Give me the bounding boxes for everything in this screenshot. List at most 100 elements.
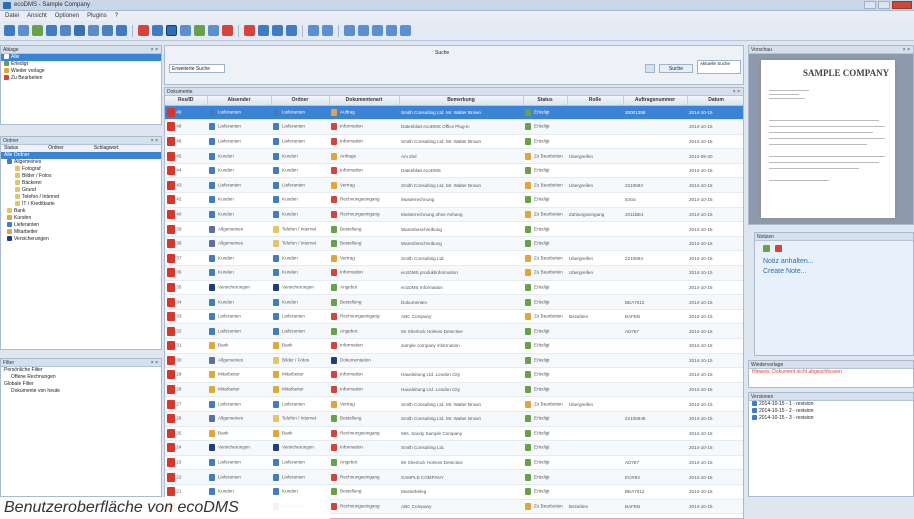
- layout4-icon[interactable]: [386, 25, 397, 36]
- tree-item[interactable]: Mitarbeiter: [1, 229, 161, 236]
- minimize-button[interactable]: [864, 1, 876, 9]
- column-header[interactable]: Absender: [207, 96, 272, 106]
- table-row[interactable]: 24 Versicherungen Versicherungen Informatio…: [165, 440, 743, 456]
- ablage-item-alle[interactable]: Alle: [1, 54, 161, 61]
- grid-icon[interactable]: [286, 25, 297, 36]
- ablage-item-wiedervorlage[interactable]: Wieder vorlage: [1, 68, 161, 75]
- column-header[interactable]: Res/ID: [165, 96, 208, 106]
- column-header[interactable]: Schlagwort: [94, 145, 119, 152]
- menu-plugins[interactable]: Plugins: [87, 13, 107, 19]
- tree-item[interactable]: Alle Ordner: [1, 152, 161, 159]
- table-row[interactable]: 27 Lieferanten Lieferanten Vertrag Smith Con…: [165, 396, 743, 412]
- table-row[interactable]: 37 Kunden Kunden Vertrag Smith Consulting Lt…: [165, 250, 743, 267]
- close-panel-icon[interactable]: × ×: [903, 46, 910, 54]
- column-header[interactable]: Ordner: [271, 96, 330, 106]
- table-row[interactable]: 25 Bank Bank Rechnungseingang Mrs. Sandy Sam…: [165, 426, 743, 442]
- tree-item[interactable]: Grund: [1, 187, 161, 194]
- version-item[interactable]: 2014-10-15 - 2 - revision: [749, 408, 913, 415]
- import-icon[interactable]: [32, 25, 43, 36]
- clear-search-button[interactable]: [645, 64, 655, 73]
- rotate-icon[interactable]: [272, 25, 283, 36]
- filter-icon[interactable]: [208, 25, 219, 36]
- layout3-icon[interactable]: [372, 25, 383, 36]
- column-header[interactable]: Bemerkung: [399, 96, 524, 106]
- column-header[interactable]: Auftragsnummer: [623, 96, 688, 106]
- filter-group[interactable]: Persönliche Filter: [1, 367, 161, 374]
- table-row[interactable]: 36 Kunden Kunden Information ecoDMS produkti…: [165, 265, 743, 281]
- close-button[interactable]: [892, 1, 912, 9]
- table-row[interactable]: 44 Kunden Kunden Information Datenblatt ecoD…: [165, 163, 743, 179]
- tree-item[interactable]: Bäckerei: [1, 180, 161, 187]
- version-item[interactable]: 2014-10-15 - 3 - revision: [749, 415, 913, 422]
- table-row[interactable]: 49 Lieferanten Lieferanten Auftrag Smith Con…: [165, 105, 743, 121]
- table-row[interactable]: 48 Lieferanten Lieferanten Information Daten…: [165, 119, 743, 135]
- table-row[interactable]: 28 Mitarbeiter Mitarbeiter Information Hausl…: [165, 382, 743, 398]
- pages-icon[interactable]: [322, 25, 333, 36]
- column-header[interactable]: Ordner: [48, 145, 64, 152]
- table-row[interactable]: 35 Versicherungen Versicherungen Angebot eco…: [165, 280, 743, 296]
- mail-icon[interactable]: [46, 25, 57, 36]
- version-item[interactable]: 2014-10-15 - 1 - revision: [749, 401, 913, 408]
- menu-ansicht[interactable]: Ansicht: [27, 13, 47, 19]
- zoom-icon[interactable]: [258, 25, 269, 36]
- delete-note-icon[interactable]: [775, 245, 782, 252]
- table-row[interactable]: 39 Allgemeines Telefon / Internet Bestellun…: [165, 221, 743, 237]
- add-note-icon[interactable]: [763, 245, 770, 252]
- menu-help[interactable]: ?: [115, 13, 118, 19]
- tree-item[interactable]: Lieferanten: [1, 222, 161, 229]
- column-header[interactable]: Datum: [687, 96, 743, 106]
- check-icon[interactable]: [194, 25, 205, 36]
- layout5-icon[interactable]: [400, 25, 411, 36]
- table-row[interactable]: 30 Allgemeines Bilder / Fotos Dokumentation…: [165, 353, 743, 369]
- tree-item[interactable]: Allgemeines: [1, 159, 161, 166]
- table-row[interactable]: 40 Kunden Kunden Rechnungseingang Musterrech…: [165, 207, 743, 223]
- close-panel-icon[interactable]: × ×: [151, 46, 158, 54]
- table-row[interactable]: 33 Lieferanten Lieferanten Rechnungseingang…: [165, 309, 743, 325]
- menu-optionen[interactable]: Optionen: [55, 13, 79, 19]
- export-icon[interactable]: [102, 25, 113, 36]
- column-header[interactable]: Dokumentenart: [329, 96, 400, 106]
- table-row[interactable]: 29 Mitarbeiter Mitarbeiter Information Hausl…: [165, 367, 743, 383]
- table-row[interactable]: 42 Kunden Kunden Rechnungseingang Musterrech…: [165, 192, 743, 208]
- filter-group[interactable]: Globale Filter: [1, 381, 161, 388]
- maximize-button[interactable]: [878, 1, 890, 9]
- tree-item[interactable]: IT / Kreditkarte: [1, 201, 161, 208]
- search-mode-select[interactable]: Erweiterte Suche: [169, 64, 225, 73]
- table-row[interactable]: 43 Lieferanten Lieferanten Vertrag Smith Con…: [165, 177, 743, 194]
- delete-icon[interactable]: [138, 25, 149, 36]
- table-row[interactable]: 32 Lieferanten Lieferanten Angebot Mr Sherlo…: [165, 323, 743, 339]
- table-row[interactable]: 26 Allgemeines Telefon / Internet Bestellun…: [165, 411, 743, 427]
- column-header[interactable]: Rolle: [567, 96, 624, 106]
- ablage-item-erledigt[interactable]: Erledigt: [1, 61, 161, 68]
- layout-icon[interactable]: [344, 25, 355, 36]
- tree-item[interactable]: Telefon / Internet: [1, 194, 161, 201]
- column-header[interactable]: Status: [523, 96, 568, 106]
- print-icon[interactable]: [60, 25, 71, 36]
- filter-item[interactable]: Offene Rechnungen: [1, 374, 161, 381]
- cancel-icon[interactable]: [244, 25, 255, 36]
- document-preview[interactable]: SAMPLE COMPANY: [761, 60, 895, 218]
- edit-icon[interactable]: [180, 25, 191, 36]
- user-icon[interactable]: [152, 25, 163, 36]
- tree-item[interactable]: Kunden: [1, 215, 161, 222]
- refresh-icon[interactable]: [88, 25, 99, 36]
- table-row[interactable]: 31 Bank Bank Information sample company info…: [165, 338, 743, 354]
- close-panel-icon[interactable]: × ×: [733, 88, 740, 96]
- close-panel-icon[interactable]: × ×: [151, 359, 158, 367]
- table-row[interactable]: 23 Lieferanten Lieferanten Angebot Mr Sherlo…: [165, 455, 743, 471]
- copy-icon[interactable]: [74, 25, 85, 36]
- search-button[interactable]: Suche: [659, 64, 693, 73]
- table-row[interactable]: 45 Kunden Kunden Anfrage Am Ziel Zu Bearbeite…: [165, 148, 743, 164]
- tree-item[interactable]: Bank: [1, 208, 161, 215]
- saved-search-select[interactable]: Aktuelle Suche: [697, 60, 741, 74]
- table-row[interactable]: 22 Lieferanten Lieferanten Rechnungseingang…: [165, 469, 743, 485]
- scan-icon[interactable]: [18, 25, 29, 36]
- ablage-item-zu-bearbeiten[interactable]: Zu Bearbeiten: [1, 75, 161, 82]
- table-row[interactable]: 46 Lieferanten Lieferanten Information Smith…: [165, 134, 743, 150]
- table-row[interactable]: 34 Kunden Kunden Bestellung Dokumenten Erledi…: [165, 294, 743, 310]
- layout2-icon[interactable]: [358, 25, 369, 36]
- column-header[interactable]: Status: [4, 145, 18, 152]
- close-panel-icon[interactable]: × ×: [151, 137, 158, 145]
- stop-icon[interactable]: [222, 25, 233, 36]
- view-icon[interactable]: [166, 25, 177, 36]
